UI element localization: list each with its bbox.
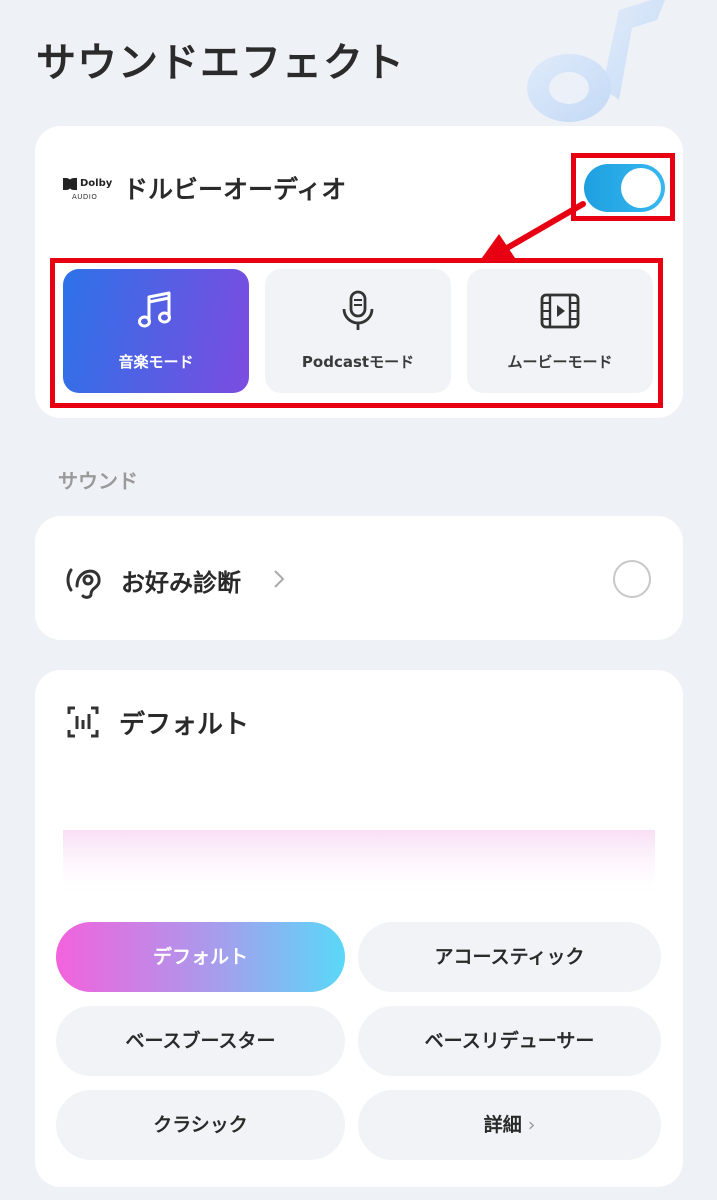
preference-radio[interactable] <box>613 560 651 598</box>
dolby-logo: Dolby AUDIO <box>63 178 113 204</box>
podcast-mode-button[interactable]: Podcastモード <box>265 269 451 393</box>
toggle-knob <box>621 168 661 208</box>
sound-section-label: サウンド <box>58 469 138 493</box>
music-mode-button[interactable]: 音楽モード <box>63 269 249 393</box>
dolby-double-d-icon <box>63 178 77 190</box>
dolby-logo-text: Dolby <box>80 178 113 189</box>
preset-label: デフォルト <box>152 946 248 968</box>
preset-label: 詳細 <box>483 1114 522 1136</box>
red-arrow-annotation <box>479 201 586 262</box>
music-mode-label: 音楽モード <box>118 353 194 371</box>
preset-label: アコースティック <box>434 946 585 968</box>
preset-acoustic-button[interactable]: アコースティック <box>358 922 661 992</box>
preset-bass-reducer-button[interactable]: ベースリデューサー <box>358 1006 661 1076</box>
movie-mode-label: ムービーモード <box>507 353 613 371</box>
sound-effect-screen: サウンドエフェクト Dolby AUDIO ドルビーオーディオ 音楽モード Po… <box>0 0 717 1200</box>
preset-default-button[interactable]: デフォルト <box>56 922 345 992</box>
preset-label: ベースリデューサー <box>424 1030 595 1052</box>
dolby-logo-sub: AUDIO <box>72 193 98 201</box>
microphone-icon <box>342 290 374 330</box>
page-title: サウンドエフェクト <box>36 40 405 86</box>
preset-details-button[interactable]: 詳細 › <box>358 1090 661 1160</box>
preset-label: クラシック <box>153 1114 248 1136</box>
preference-label: お好み診断 <box>121 569 241 597</box>
dolby-title: ドルビーオーディオ <box>123 175 347 204</box>
equalizer-title: デフォルト <box>119 710 250 740</box>
preset-label: ベースブースター <box>125 1030 276 1052</box>
equalizer-icon <box>67 706 99 738</box>
music-note-icon <box>138 291 171 328</box>
equalizer-card: デフォルト デフォルト アコースティック ベースブースター ベースリデューサー … <box>35 670 683 1187</box>
preference-diagnosis-row[interactable]: お好み診断 <box>35 516 683 640</box>
preset-classic-button[interactable]: クラシック <box>56 1090 345 1160</box>
ear-icon <box>66 568 101 599</box>
film-icon <box>540 293 580 329</box>
podcast-mode-label: Podcastモード <box>301 353 415 371</box>
chevron-right-icon: › <box>527 1114 536 1136</box>
equalizer-curve <box>63 765 655 900</box>
movie-mode-button[interactable]: ムービーモード <box>467 269 653 393</box>
music-note-decoration <box>527 0 665 122</box>
chevron-right-icon <box>274 570 285 588</box>
dolby-audio-card: Dolby AUDIO ドルビーオーディオ 音楽モード Podcastモード ム… <box>35 126 683 418</box>
preset-bass-booster-button[interactable]: ベースブースター <box>56 1006 345 1076</box>
